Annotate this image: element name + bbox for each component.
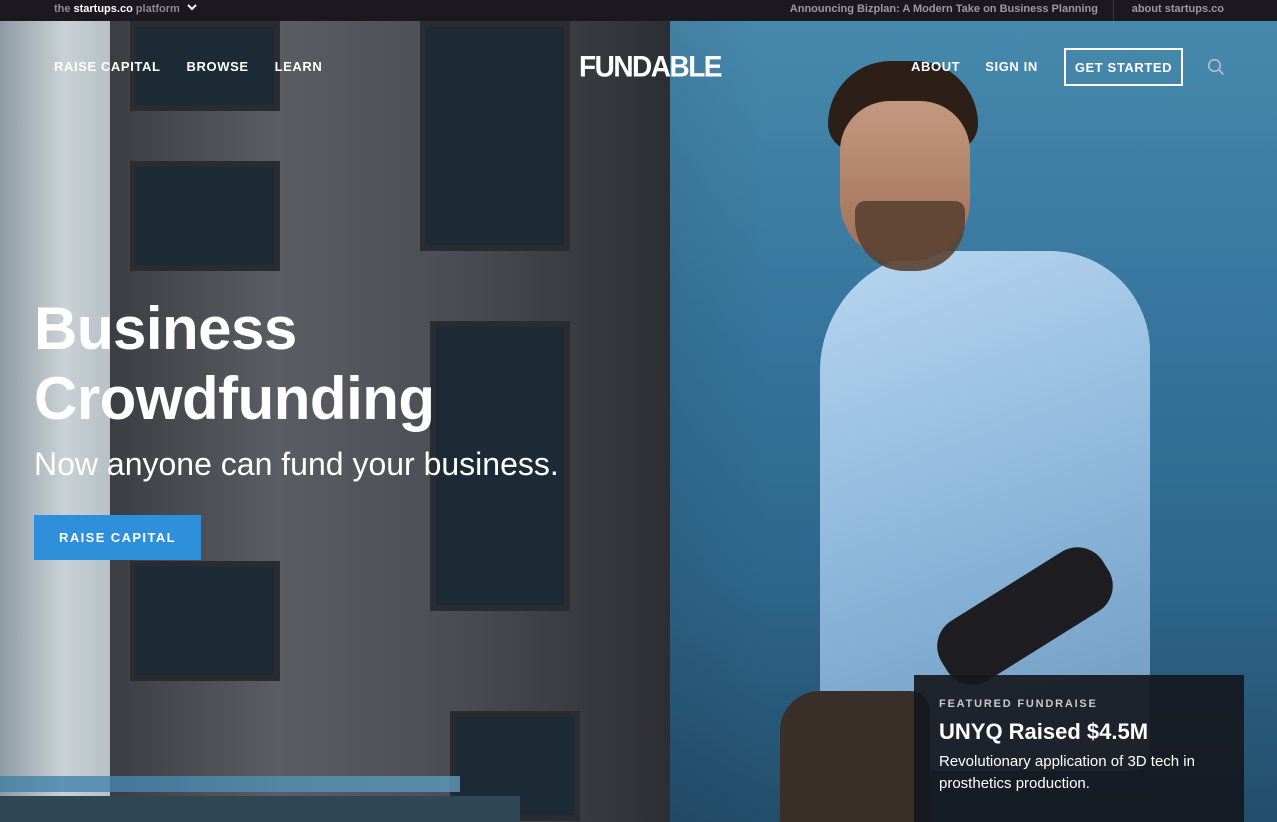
nav-learn[interactable]: LEARN [275,59,323,74]
topbar-divider [1113,0,1114,21]
nav-raise-capital[interactable]: RAISE CAPITAL [54,59,161,74]
announcement-link[interactable]: Announcing Bizplan: A Modern Take on Bus… [790,3,1098,15]
about-startups-link[interactable]: about startups.co [1132,3,1224,15]
hero-subtitle: Now anyone can fund your business. [34,446,559,482]
chevron-down-icon [187,3,197,14]
search-icon[interactable] [1207,58,1225,76]
raise-capital-button[interactable]: RAISE CAPITAL [34,515,201,560]
get-started-button[interactable]: GET STARTED [1064,48,1183,86]
platform-switcher[interactable]: the startups.co platform [54,3,197,15]
hero-title-line1: Business [34,295,297,362]
hero-railing [0,776,460,792]
platform-bar: the startups.co platform Announcing Bizp… [0,0,1277,21]
featured-fundraise-card[interactable]: FEATURED FUNDRAISE UNYQ Raised $4.5M Rev… [914,675,1244,822]
hero-title: Business Crowdfunding [34,294,435,434]
platform-prefix: the [54,3,71,15]
featured-eyebrow: FEATURED FUNDRAISE [939,698,1098,710]
nav-browse[interactable]: BROWSE [187,59,249,74]
featured-description: Revolutionary application of 3D tech in … [939,753,1195,792]
nav-sign-in[interactable]: SIGN IN [985,59,1038,74]
hero-railing-base [0,796,520,822]
fundable-logo[interactable]: FUNDABLE [579,50,723,84]
platform-brand: startups.co [73,3,133,15]
nav-about[interactable]: ABOUT [911,59,960,74]
hero-title-line2: Crowdfunding [34,365,435,432]
secondary-nav: ABOUT SIGN IN [911,59,1038,74]
platform-suffix: platform [135,3,180,15]
featured-title: UNYQ Raised $4.5M [939,719,1149,744]
primary-nav: RAISE CAPITAL BROWSE LEARN [54,59,322,74]
